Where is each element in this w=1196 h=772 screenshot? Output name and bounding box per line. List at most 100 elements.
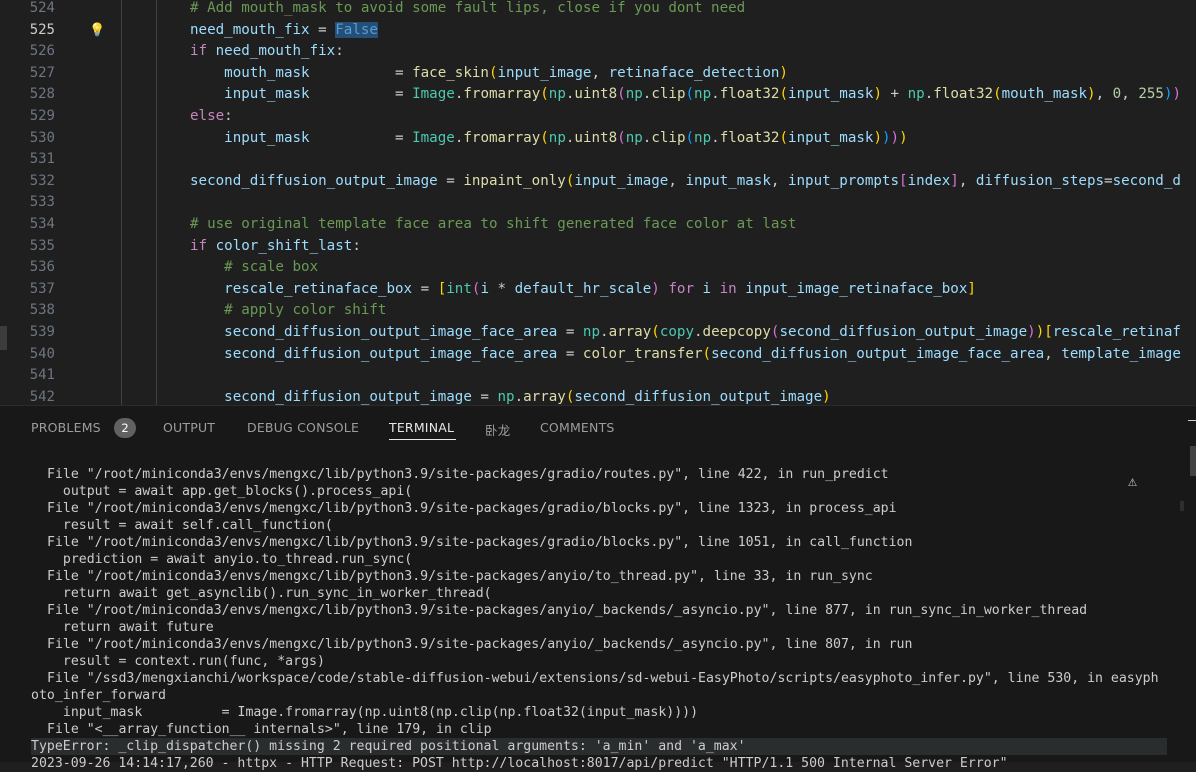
code-token: False [335, 21, 378, 38]
terminal-scrollbar[interactable] [1190, 446, 1196, 476]
code-token: second_d [1112, 172, 1181, 189]
code-token: . [711, 86, 720, 103]
code-line[interactable]: 540 second_diffusion_output_image_face_a… [0, 344, 1196, 366]
tab-problems[interactable]: PROBLEMS [31, 420, 101, 435]
code-line[interactable]: 535 if color_shift_last: [0, 236, 1196, 258]
code-token: np [582, 324, 601, 340]
code-line[interactable]: 533 [0, 192, 1196, 214]
code-token: second_diffusion_output_image [190, 172, 438, 189]
code-text: rescale_retinaface_box = [int(i * defaul… [190, 279, 976, 301]
warning-icon[interactable]: ⚠ [1128, 472, 1137, 490]
code-text: second_diffusion_output_image = np.array… [190, 387, 831, 405]
code-token: array [608, 324, 652, 340]
code-token: Image [412, 129, 455, 146]
line-number: 529 [29, 108, 55, 124]
code-line[interactable]: 539 second_diffusion_output_image_face_a… [0, 322, 1196, 344]
code-token: uint8 [574, 86, 618, 103]
code-token: , [1044, 345, 1062, 362]
code-token: ( [540, 86, 549, 103]
tab-output[interactable]: OUTPUT [163, 420, 215, 435]
code-token: np [625, 129, 643, 146]
code-token: [ [899, 172, 908, 189]
code-token: for [668, 280, 694, 297]
code-token: ( [685, 129, 695, 146]
code-token: = [309, 21, 336, 38]
code-token: ) [779, 64, 788, 81]
code-line[interactable]: 528 input_mask = Image.fromarray(np.uint… [0, 84, 1196, 106]
terminal-line: File "/root/miniconda3/envs/mengxc/lib/p… [47, 535, 913, 550]
code-token: = [309, 64, 413, 81]
code-token: clip [651, 129, 686, 146]
code-token: : [352, 237, 361, 254]
code-token: ( [617, 129, 626, 146]
terminal-line: output = await app.get_blocks().process_… [47, 484, 413, 499]
code-token: input_image_retinaface_box [745, 280, 968, 297]
code-token: [ [1044, 324, 1053, 340]
code-token: ) [873, 129, 882, 146]
terminal-line: result = context.run(func, *args) [47, 654, 325, 669]
code-line[interactable]: 538 # apply color shift [0, 300, 1196, 322]
code-line[interactable]: 532 second_diffusion_output_image = inpai… [0, 171, 1196, 193]
code-line[interactable]: 529 else: [0, 106, 1196, 128]
code-line[interactable]: 542 second_diffusion_output_image = np.a… [0, 387, 1196, 405]
tab-terminal[interactable]: TERMINAL [389, 420, 454, 435]
code-token: * [488, 280, 515, 297]
code-token: : [224, 108, 233, 124]
code-token: 255 [1138, 86, 1164, 103]
code-token: in [719, 280, 737, 297]
code-token: float32 [719, 86, 780, 103]
code-text: mouth_mask = face_skin(input_image, reti… [190, 63, 788, 85]
code-line[interactable]: 525 💡 need_mouth_fix = False [0, 20, 1196, 42]
code-token: = [557, 324, 583, 340]
code-line[interactable]: 526 if need_mouth_fix: [0, 41, 1196, 63]
code-token: = [471, 388, 498, 405]
code-text: # scale box [190, 257, 318, 279]
code-line[interactable]: 527 mouth_mask = face_skin(input_image, … [0, 63, 1196, 85]
line-number: 531 [29, 151, 55, 168]
lightbulb-icon[interactable]: 💡 [89, 23, 105, 38]
terminal-line: 2023-09-26 14:14:17,260 - httpx - HTTP R… [31, 756, 1008, 771]
code-token: rescale_retinaf [1052, 324, 1181, 340]
code-token: array [523, 388, 566, 405]
code-text: else: [190, 106, 233, 128]
terminal-line: oto_infer_forward [31, 688, 166, 703]
terminal-line: File "/root/miniconda3/envs/mengxc/lib/p… [47, 569, 873, 584]
code-token: input_prompts [787, 172, 900, 189]
code-line[interactable]: 524 # Add mouth_mask to avoid some fault … [0, 0, 1196, 20]
code-editor[interactable]: 524 # Add mouth_mask to avoid some fault … [0, 0, 1196, 405]
terminal-line: TypeError: _clip_dispatcher() missing 2 … [31, 738, 1167, 755]
code-token: ] [967, 280, 976, 297]
terminal-line: File "/root/miniconda3/envs/mengxc/lib/p… [47, 467, 889, 482]
code-token: . [514, 388, 524, 405]
code-line[interactable]: 541 [0, 365, 1196, 387]
code-line[interactable]: 536 # scale box [0, 257, 1196, 279]
code-line[interactable]: 531 [0, 149, 1196, 171]
code-token: = [309, 129, 413, 146]
code-line[interactable]: 534 # use original template face area to … [0, 214, 1196, 236]
code-token: int [446, 280, 472, 297]
tab-debug-console[interactable]: DEBUG CONSOLE [247, 420, 359, 435]
code-token: ) [882, 129, 891, 146]
code-token: . [694, 324, 703, 340]
code-token: rescale_retinaface_box [190, 280, 413, 297]
code-token: : [335, 43, 344, 60]
panel-menu-icon[interactable] [1188, 420, 1196, 421]
code-token: , [668, 172, 686, 189]
code-line[interactable]: 537 rescale_retinaface_box = [int(i * de… [0, 279, 1196, 301]
code-token: ] [950, 172, 959, 189]
tab-wolong[interactable]: 卧龙 [485, 420, 510, 439]
terminal-line: input_mask = Image.fromarray(np.uint8(np… [47, 705, 699, 720]
code-token: , [591, 64, 609, 81]
code-token: input_mask [190, 86, 310, 103]
terminal-line: File "/root/miniconda3/envs/mengxc/lib/p… [47, 501, 897, 516]
problems-count-badge: 2 [114, 418, 136, 438]
code-token: deepcopy [702, 324, 771, 340]
code-text: input_mask = Image.fromarray(np.uint8(np… [190, 128, 907, 150]
code-token: input_image [497, 64, 592, 81]
tab-comments[interactable]: COMMENTS [540, 420, 615, 435]
code-token: # Add mouth_mask to avoid some fault lip… [190, 0, 746, 16]
code-line[interactable]: 530 input_mask = Image.fromarray(np.uint… [0, 128, 1196, 150]
code-token: ( [685, 86, 695, 103]
